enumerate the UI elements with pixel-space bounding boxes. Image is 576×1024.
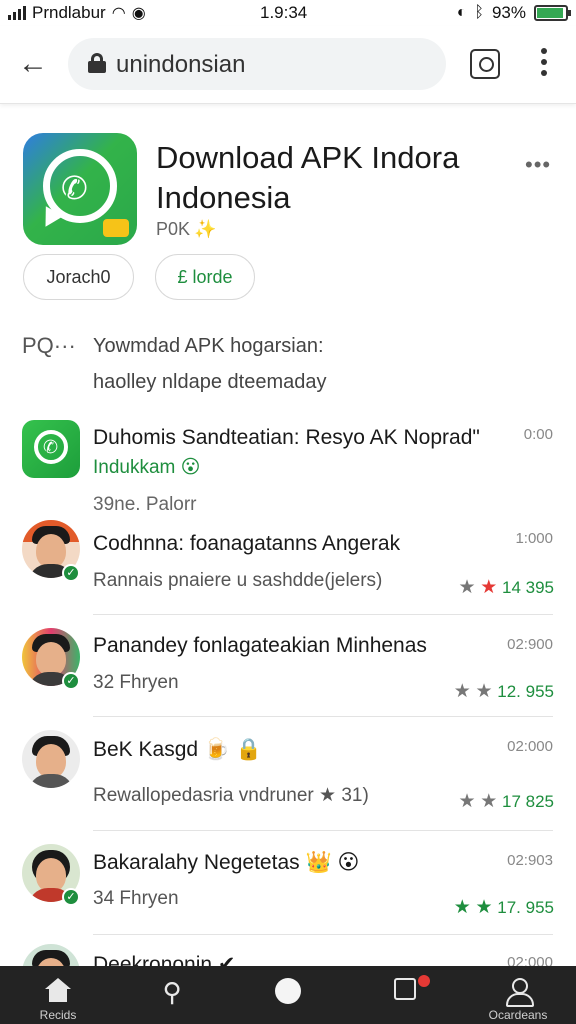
chat-app-icon: ✆ bbox=[22, 420, 80, 478]
divider bbox=[93, 830, 553, 831]
rating: ★ ★ 17 825 bbox=[458, 790, 554, 813]
primary-action-button[interactable]: Jorach0 bbox=[23, 254, 134, 300]
more-horiz-icon[interactable]: ••• bbox=[525, 152, 551, 178]
rating: ★ ★ 14 395 bbox=[458, 576, 554, 599]
back-arrow-icon[interactable]: ← bbox=[18, 46, 54, 82]
star-icon: ★ bbox=[458, 791, 476, 812]
nav-search[interactable]: ⚲ bbox=[132, 966, 212, 1024]
bluetooth-icon: ᛒ bbox=[474, 4, 484, 21]
rating: ★ ★ 12. 955 bbox=[454, 680, 554, 703]
list-item-title: Panandey fonlagateakian Minhenas bbox=[93, 634, 427, 657]
tabs-icon[interactable] bbox=[470, 49, 500, 79]
divider bbox=[93, 716, 553, 717]
list-item-subtitle: Rannais pnaiere u sashdde(jelers) bbox=[93, 570, 383, 591]
search-icon: ⚲ bbox=[162, 977, 182, 1007]
nav-notifications[interactable] bbox=[365, 966, 445, 1024]
list-item-meta: 39ne. Palorr bbox=[93, 494, 197, 515]
secondary-action-button[interactable]: £ lorde bbox=[155, 254, 255, 300]
badge-icon bbox=[103, 219, 129, 237]
status-left: Prndlabur ◠ ◉ bbox=[8, 3, 146, 23]
list-item-time: 02:900 bbox=[507, 636, 553, 653]
divider bbox=[93, 614, 553, 615]
section-tag: PQ··· bbox=[22, 333, 76, 358]
rating-value: 12. 955 bbox=[497, 682, 554, 701]
phone-icon: ✆ bbox=[61, 170, 88, 206]
nav-center[interactable] bbox=[248, 966, 328, 1024]
list-item-subtitle: 32 Fhryen bbox=[93, 672, 179, 693]
list-item-subtitle: Indukkam 😮 bbox=[93, 457, 201, 478]
rating-value: 17. 955 bbox=[497, 898, 554, 917]
verified-check-icon: ✓ bbox=[62, 888, 80, 906]
nav-profile-label: Ocardeans bbox=[488, 1008, 548, 1022]
battery-icon bbox=[534, 5, 571, 21]
home-icon bbox=[45, 978, 71, 1002]
section-description: haolley nldape dteemaday bbox=[93, 371, 327, 393]
bottom-navigation: Recids ⚲ Ocardeans bbox=[0, 966, 576, 1024]
rating-value: 17 825 bbox=[502, 792, 554, 811]
url-text[interactable]: unindonsian bbox=[116, 51, 245, 79]
status-time: 1.9:34 bbox=[260, 3, 308, 22]
star-icon: ★ bbox=[480, 577, 498, 598]
person-icon bbox=[506, 978, 534, 1007]
star-icon: ★ bbox=[475, 897, 493, 918]
list-item-time: 0:00 bbox=[523, 426, 553, 443]
list-item-time: 02:000 bbox=[507, 738, 553, 755]
lock-icon bbox=[88, 53, 106, 73]
verified-check-icon: ✓ bbox=[62, 564, 80, 582]
nav-home[interactable]: Recids bbox=[18, 966, 98, 1024]
list-item-title: BeK Kasgd 🍺 🔒 bbox=[93, 738, 263, 761]
carrier-name: Prndlabur bbox=[32, 3, 106, 22]
nav-profile[interactable]: Ocardeans bbox=[478, 966, 558, 1024]
status-right: ◐ ᛒ 93% bbox=[456, 3, 571, 23]
list-item-time: 1:000 bbox=[515, 530, 553, 547]
star-icon: ★ bbox=[475, 681, 493, 702]
star-icon: ★ bbox=[453, 681, 471, 702]
app-icon[interactable]: ✆ bbox=[23, 133, 137, 245]
list-item-title: Duhomis Sandteatian: Resyo AK Noprad" bbox=[93, 426, 480, 449]
app-subtitle: P0K ✨ bbox=[156, 219, 216, 240]
rating: ★ ★ 17. 955 bbox=[454, 896, 554, 919]
circle-icon bbox=[275, 978, 301, 1004]
more-vert-icon[interactable] bbox=[536, 48, 552, 82]
list-item-subtitle: 34 Fhryen bbox=[93, 888, 179, 909]
divider bbox=[93, 934, 553, 935]
list-item-title: Bakaralahy Negetetas 👑 😮 bbox=[93, 851, 360, 874]
wifi-icon: ◠ bbox=[111, 5, 126, 22]
nav-home-label: Recids bbox=[39, 1008, 77, 1022]
battery-percent: 93% bbox=[491, 3, 526, 22]
signal-icon bbox=[8, 6, 26, 20]
sync-icon: ◐ bbox=[456, 4, 467, 21]
section-heading: Yowmdad APK hogarsian: bbox=[93, 335, 324, 357]
app-subtitle-text: P0K bbox=[156, 219, 191, 239]
alarm-icon: ◉ bbox=[131, 5, 146, 22]
star-icon: ★ bbox=[480, 791, 498, 812]
address-bar[interactable]: unindonsian bbox=[68, 38, 446, 90]
notification-square-icon bbox=[394, 978, 416, 1000]
star-icon: ★ bbox=[458, 577, 476, 598]
rating-value: 14 395 bbox=[502, 578, 554, 597]
app-title: Download APK Indora Indonesia bbox=[156, 140, 460, 215]
battery-fill bbox=[537, 8, 563, 18]
star-icon: ★ bbox=[453, 897, 471, 918]
status-bar: Prndlabur ◠ ◉ 1.9:34 ◐ ᛒ 93% bbox=[0, 0, 576, 26]
browser-toolbar: ← unindonsian bbox=[0, 26, 576, 104]
notification-badge bbox=[418, 975, 430, 987]
verified-check-icon: ✓ bbox=[62, 672, 80, 690]
list-item-subtitle: Rewallopedasria vndruner ★ 31) bbox=[93, 785, 369, 806]
sparkle-icon: ✨ bbox=[194, 219, 217, 239]
list-item-time: 02:903 bbox=[507, 852, 553, 869]
list-item-title: Codhnna: foanagatanns Angerak bbox=[93, 532, 401, 555]
avatar bbox=[22, 730, 80, 788]
